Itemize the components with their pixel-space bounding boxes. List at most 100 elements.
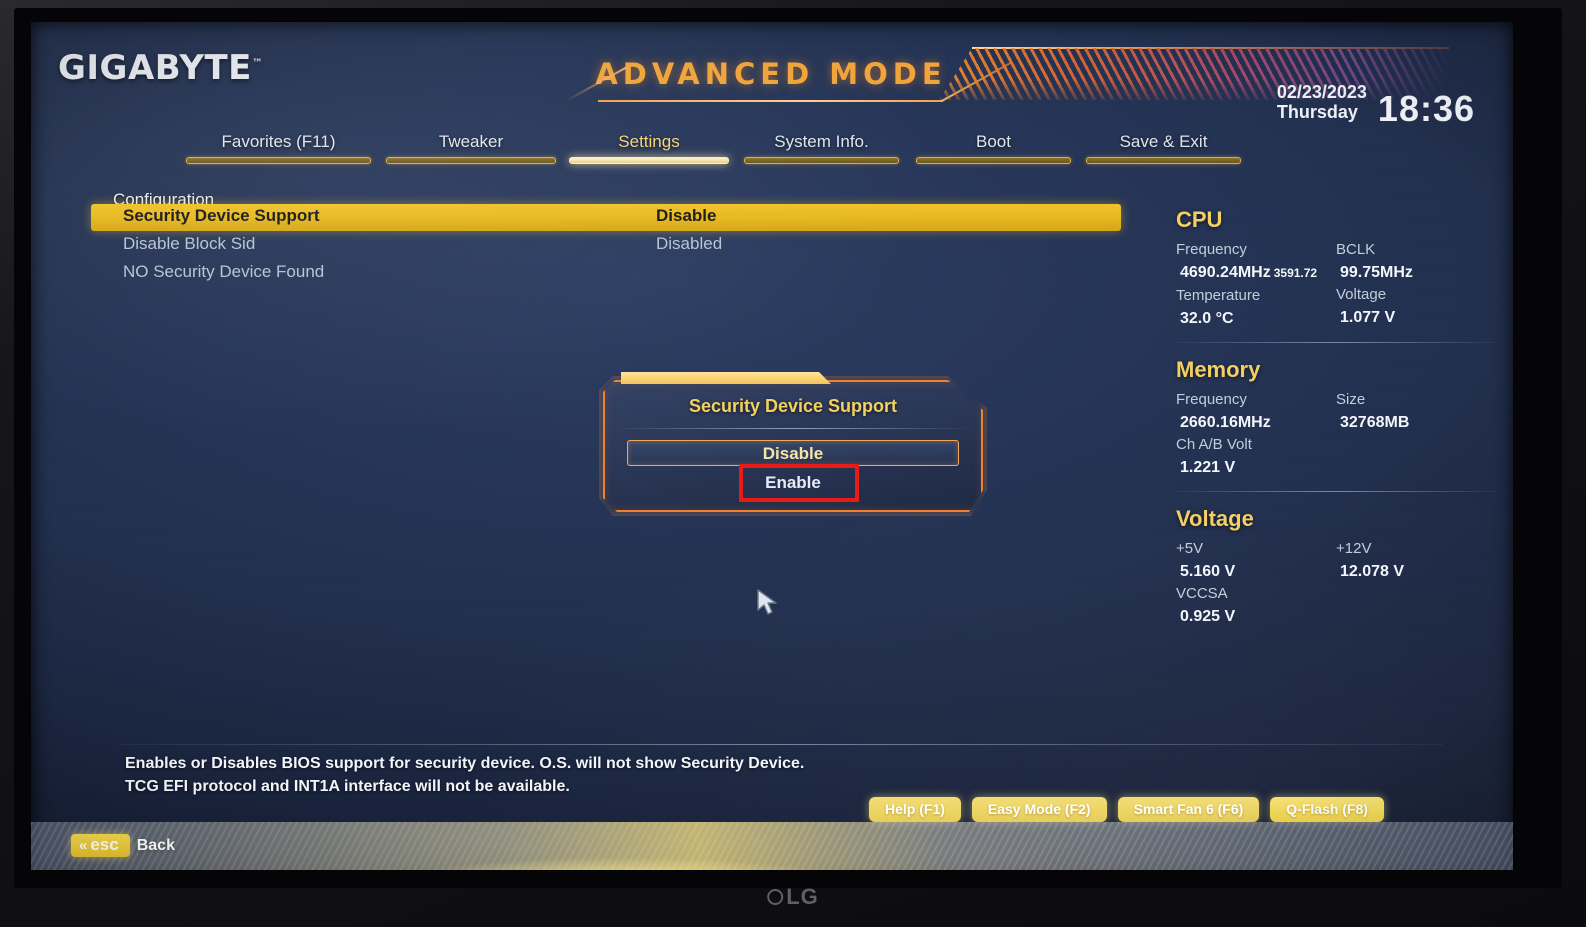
q-flash-f8-button[interactable]: Q-Flash (F8) [1270,797,1384,822]
setting-row-no-security-device-found: NO Security Device Found [91,260,1121,287]
info-key-mem-frequency: Frequency [1176,391,1247,408]
clock-widget: 02/23/2023 Thursday 18:36 [1277,82,1475,127]
info-value-plus12v: 12.078 V [1340,563,1405,580]
info-grid-cpu: Frequency 4690.24MHz 3591.72 Temperature … [1176,239,1496,330]
info-col-right: +12V 12.078 V [1336,538,1496,628]
tab-save-exit[interactable]: Save & Exit [1086,132,1241,164]
info-value-frequency: 4690.24MHz 3591.72 [1176,261,1336,285]
bottom-bar-glow [311,848,931,870]
date-text: 02/23/2023 [1276,82,1367,102]
info-key-ch-ab-volt: Ch A/B Volt [1176,436,1252,453]
time-text: 18:36 [1377,88,1475,130]
back-label: Back [136,836,175,854]
double-chevron-left-icon: « [79,836,88,854]
help-f1-button[interactable]: Help (F1) [869,797,961,822]
info-group-cpu: CPU Frequency 4690.24MHz 3591.72 Temperat… [1176,207,1496,330]
trademark-symbol: ™ [251,56,264,70]
info-key-bclk: BCLK [1336,241,1376,258]
setting-row-security-device-support[interactable]: Security Device Support Disable [91,204,1121,231]
info-key-frequency: Frequency [1176,241,1247,258]
info-key-vccsa: VCCSA [1176,585,1228,602]
advanced-mode-title: ADVANCED MODE [595,57,947,91]
info-value-frequency-main: 4690.24MHz [1180,264,1271,281]
monitor-photo: LG GIGABYTE™ ADVANCED MODE 02/23/2023 Th… [0,0,1586,927]
info-col-left: Frequency 4690.24MHz 3591.72 Temperature … [1176,239,1336,330]
function-key-bar: Help (F1) Easy Mode (F2) Smart Fan 6 (F6… [869,797,1384,822]
setting-value: Disable [656,206,717,225]
setting-row-disable-block-sid[interactable]: Disable Block Sid Disabled [91,232,1121,259]
esc-key-pill[interactable]: « esc [71,834,130,857]
info-divider-2 [1176,491,1496,492]
tab-save-exit-label: Save & Exit [1119,132,1208,151]
dialog-separator [613,428,973,429]
dialog-title-tab [621,372,831,384]
tab-system-info-label: System Info. [774,132,869,151]
tab-tweaker[interactable]: Tweaker [386,132,556,164]
tab-boot[interactable]: Boot [916,132,1071,164]
info-grid-memory: Frequency 2660.16MHz Ch A/B Volt 1.221 V… [1176,389,1496,479]
easy-mode-f2-button[interactable]: Easy Mode (F2) [971,797,1107,822]
info-key-plus12v: +12V [1336,540,1372,557]
info-key-cpu-voltage: Voltage [1336,286,1387,303]
setting-label: NO Security Device Found [123,262,325,281]
setting-label: Disable Block Sid [123,234,256,253]
date-block: 02/23/2023 Thursday [1277,82,1367,127]
info-value-ch-ab-volt: 1.221 V [1180,459,1236,476]
help-divider [119,744,1444,745]
info-grid-voltage: +5V 5.160 V VCCSA 0.925 V +12V 12.078 V [1176,538,1496,628]
info-key-mem-size: Size [1336,391,1366,408]
weekday-text: Thursday [1276,102,1358,123]
lg-logo: LG [767,884,819,910]
tab-favorites-label: Favorites (F11) [221,132,336,151]
security-device-support-dialog: Security Device Support Disable Enable [603,372,983,512]
tab-boot-label: Boot [976,132,1011,151]
gigabyte-logo: GIGABYTE™ [58,48,263,88]
tab-save-exit-underline [1086,157,1241,164]
help-text: Enables or Disables BIOS support for sec… [125,752,1285,798]
info-heading-voltage: Voltage [1176,506,1254,531]
advanced-mode-banner: ADVANCED MODE [565,49,1012,104]
info-value-plus5v: 5.160 V [1180,563,1236,580]
tab-boot-underline [916,157,1071,164]
info-heading-memory: Memory [1176,357,1261,382]
lg-logo-text: LG [786,884,819,909]
info-col-right: Size 32768MB [1336,389,1496,479]
info-group-voltage: Voltage +5V 5.160 V VCCSA 0.925 V +12V 1… [1176,506,1496,628]
tab-tweaker-underline [386,157,556,164]
help-line-2: TCG EFI protocol and INT1A interface wil… [125,778,570,796]
info-value-temperature: 32.0 °C [1180,310,1234,327]
main-navigation: Favorites (F11) Tweaker Settings System … [31,132,1513,174]
dialog-option-disable[interactable]: Disable [627,440,959,466]
annotation-red-rectangle [739,464,859,502]
info-value-mem-size: 32768MB [1340,414,1410,431]
info-group-memory: Memory Frequency 2660.16MHz Ch A/B Volt … [1176,357,1496,479]
banner-bottom-edge [598,100,943,102]
info-col-left: +5V 5.160 V VCCSA 0.925 V [1176,538,1336,628]
info-col-right: BCLK 99.75MHz Voltage 1.077 V [1336,239,1496,330]
tab-tweaker-label: Tweaker [438,132,504,151]
tab-system-info[interactable]: System Info. [744,132,899,164]
dialog-title: Security Device Support [688,396,898,416]
bottom-status-bar: « esc Back [31,822,1513,870]
tab-system-info-underline [744,157,899,164]
tab-favorites-underline [186,157,371,164]
tab-settings[interactable]: Settings [569,132,729,164]
esc-back-control[interactable]: « esc Back [71,834,175,857]
bios-screen: GIGABYTE™ ADVANCED MODE 02/23/2023 Thurs… [31,22,1513,870]
info-col-left: Frequency 2660.16MHz Ch A/B Volt 1.221 V [1176,389,1336,479]
tab-settings-underline [569,157,729,164]
info-value-vccsa: 0.925 V [1180,608,1236,625]
info-value-cpu-voltage: 1.077 V [1340,309,1396,326]
tab-favorites[interactable]: Favorites (F11) [186,132,371,164]
setting-value: Disabled [656,234,723,253]
setting-label: Security Device Support [123,206,320,225]
gigabyte-logo-text: GIGABYTE [58,48,252,88]
info-value-mem-frequency: 2660.16MHz [1180,414,1271,431]
info-value-frequency-base: 3591.72 [1273,266,1318,280]
lg-ring-icon [767,889,784,905]
info-divider-1 [1176,342,1496,343]
smart-fan-6-f6-button[interactable]: Smart Fan 6 (F6) [1117,797,1260,822]
info-value-bclk: 99.75MHz [1340,264,1413,281]
info-heading-cpu: CPU [1176,207,1223,232]
mouse-cursor [756,588,782,618]
